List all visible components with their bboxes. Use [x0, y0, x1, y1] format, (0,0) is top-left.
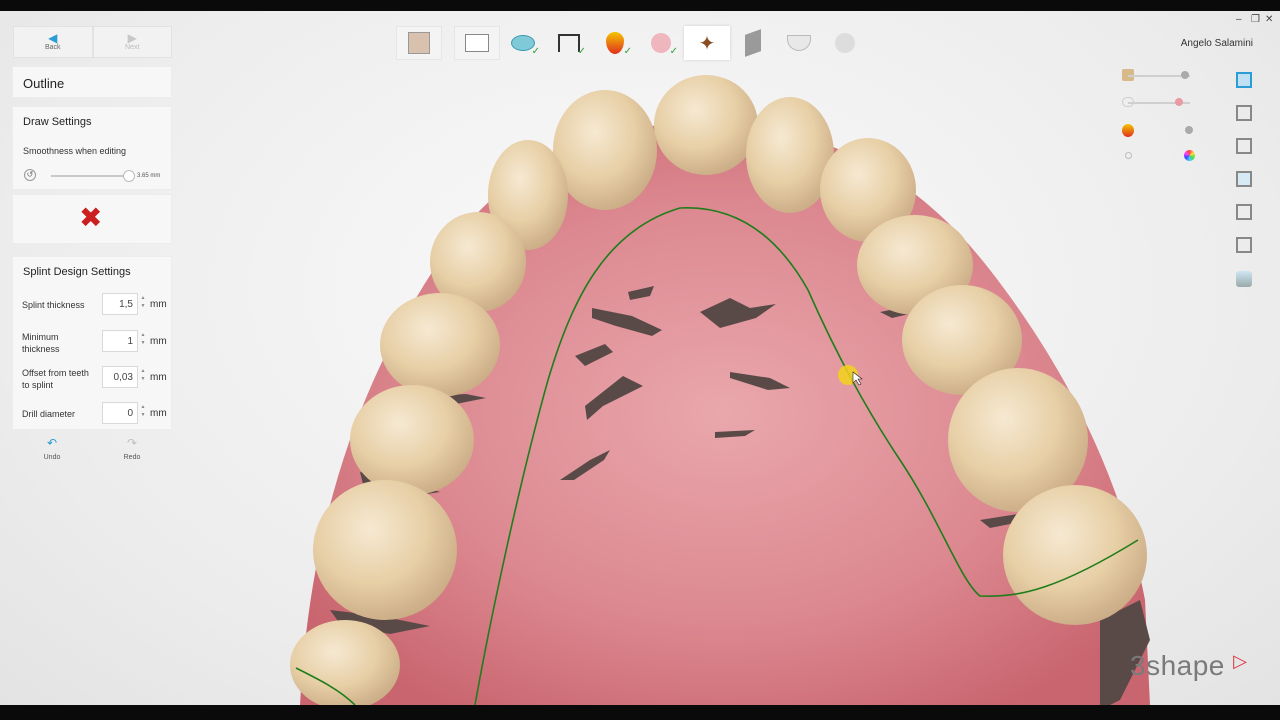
- outline-spline-icon: ✦: [698, 32, 716, 55]
- step-title: Outline: [23, 76, 65, 91]
- splint-finish-icon: [787, 35, 811, 51]
- splint-thickness-stepper[interactable]: ▲ ▼: [138, 294, 148, 310]
- redo-button[interactable]: ↷ Redo: [92, 436, 172, 468]
- minimum-thickness-label: Minimum thickness: [22, 332, 60, 354]
- wizard-navigation: ◀ Back ▶ Next: [13, 26, 172, 58]
- sculpt-icon: [745, 29, 761, 57]
- color-texture-icon[interactable]: [1125, 152, 1132, 159]
- redo-icon: ↷: [126, 436, 138, 450]
- view-top-icon[interactable]: [1236, 171, 1252, 187]
- workflow-step-trim[interactable]: ✓: [546, 26, 592, 60]
- next-label: Next: [125, 44, 140, 51]
- next-arrow-icon: ▶: [127, 31, 137, 45]
- view-fit-icon[interactable]: [1236, 271, 1252, 287]
- back-label: Back: [44, 44, 61, 51]
- undo-icon: ↶: [46, 436, 58, 450]
- workflow-toolbar: ✓ ✓ ✓ ✓ ✦: [396, 26, 868, 60]
- minimum-thickness-unit: mm: [150, 336, 167, 347]
- step-complete-check-icon: ✓: [531, 46, 540, 57]
- splint-thickness-unit: mm: [150, 299, 167, 310]
- redo-label: Redo: [123, 454, 141, 461]
- splint-shape-icon: [651, 33, 671, 53]
- back-button[interactable]: ◀ Back: [13, 26, 93, 58]
- smoothness-slider-handle[interactable]: [123, 170, 136, 182]
- workflow-step-patient[interactable]: [396, 26, 442, 60]
- workflow-step-blockout[interactable]: ✓: [592, 26, 638, 60]
- drill-diameter-input[interactable]: 0: [102, 402, 138, 424]
- view-left-icon[interactable]: [1236, 138, 1252, 154]
- minimum-thickness-input[interactable]: 1: [102, 330, 138, 352]
- step-complete-check-icon: ✓: [669, 46, 678, 57]
- window-top-bar: [0, 0, 1280, 11]
- blockout-icon: [606, 32, 624, 54]
- patient-photo-icon: [408, 32, 430, 54]
- brand-arrow-icon: ▷: [1233, 651, 1248, 671]
- minimize-icon[interactable]: –: [1236, 14, 1242, 25]
- minimum-thickness-stepper[interactable]: ▲ ▼: [138, 331, 148, 347]
- restore-icon[interactable]: ❐: [1251, 14, 1260, 25]
- workflow-step-splint-shape[interactable]: ✓: [638, 26, 684, 60]
- step-complete-check-icon: ✓: [577, 46, 586, 57]
- offset-label: Offset from teeth to splint: [22, 368, 89, 390]
- draw-settings-panel: Draw Settings Smoothness when editing ↺ …: [12, 106, 172, 190]
- cancel-panel: ✖: [12, 194, 172, 244]
- workflow-step-output[interactable]: [822, 26, 868, 60]
- step-complete-check-icon: ✓: [623, 46, 632, 57]
- 3d-viewport[interactable]: [0, 11, 1280, 705]
- scan-model-opacity-handle[interactable]: [1181, 71, 1190, 79]
- user-name: Angelo Salamini: [1180, 38, 1253, 49]
- smoothness-value: 3.65 mm: [137, 173, 161, 179]
- draw-settings-title: Draw Settings: [23, 116, 92, 128]
- offset-unit: mm: [150, 372, 167, 383]
- output-icon: [835, 33, 855, 53]
- next-button[interactable]: ▶ Next: [92, 26, 172, 58]
- reset-icon[interactable]: ↺: [24, 169, 36, 181]
- workflow-step-sculpt[interactable]: [730, 26, 776, 60]
- splint-settings-title: Splint Design Settings: [23, 266, 131, 278]
- drill-diameter-unit: mm: [150, 408, 167, 419]
- history-controls: ↶ Undo ↷ Redo: [12, 436, 172, 468]
- brand-logo: 3shape ▷: [1130, 650, 1248, 682]
- undo-button[interactable]: ↶ Undo: [12, 436, 92, 468]
- brand-name: 3shape: [1130, 650, 1225, 681]
- workflow-step-outline[interactable]: ✦: [684, 26, 730, 60]
- close-icon[interactable]: ✕: [1265, 14, 1273, 25]
- drill-diameter-label: Drill diameter: [22, 409, 76, 419]
- drill-diameter-stepper[interactable]: ▲ ▼: [138, 403, 148, 419]
- splint-thickness-label: Splint thickness: [22, 300, 85, 310]
- view-right-icon[interactable]: [1236, 105, 1252, 121]
- step-title-panel: Outline: [12, 66, 172, 98]
- cancel-outline-button[interactable]: ✖: [79, 203, 102, 233]
- order-form-icon: [465, 34, 489, 52]
- workflow-step-order[interactable]: [454, 26, 500, 60]
- window-bottom-bar: [0, 705, 1280, 720]
- undo-label: Undo: [43, 454, 61, 461]
- smoothness-label: Smoothness when editing: [23, 146, 127, 156]
- antagonist-opacity-handle[interactable]: [1174, 98, 1183, 106]
- workflow-step-finish[interactable]: [776, 26, 822, 60]
- view-back-icon[interactable]: [1236, 237, 1252, 253]
- back-arrow-icon: ◀: [48, 31, 58, 45]
- smoothness-slider[interactable]: [51, 175, 131, 177]
- view-front-icon[interactable]: [1236, 72, 1252, 88]
- workflow-step-insertion[interactable]: ✓: [500, 26, 546, 60]
- blockout-visibility-toggle[interactable]: [1185, 126, 1193, 134]
- dental-model-scan[interactable]: [0, 11, 1280, 705]
- blockout-visibility-icon[interactable]: [1122, 124, 1134, 137]
- offset-input[interactable]: 0,03: [102, 366, 138, 388]
- view-bottom-icon[interactable]: [1236, 204, 1252, 220]
- color-wheel-icon[interactable]: [1184, 150, 1195, 161]
- splint-thickness-input[interactable]: 1,5: [102, 293, 138, 315]
- offset-stepper[interactable]: ▲ ▼: [138, 367, 148, 383]
